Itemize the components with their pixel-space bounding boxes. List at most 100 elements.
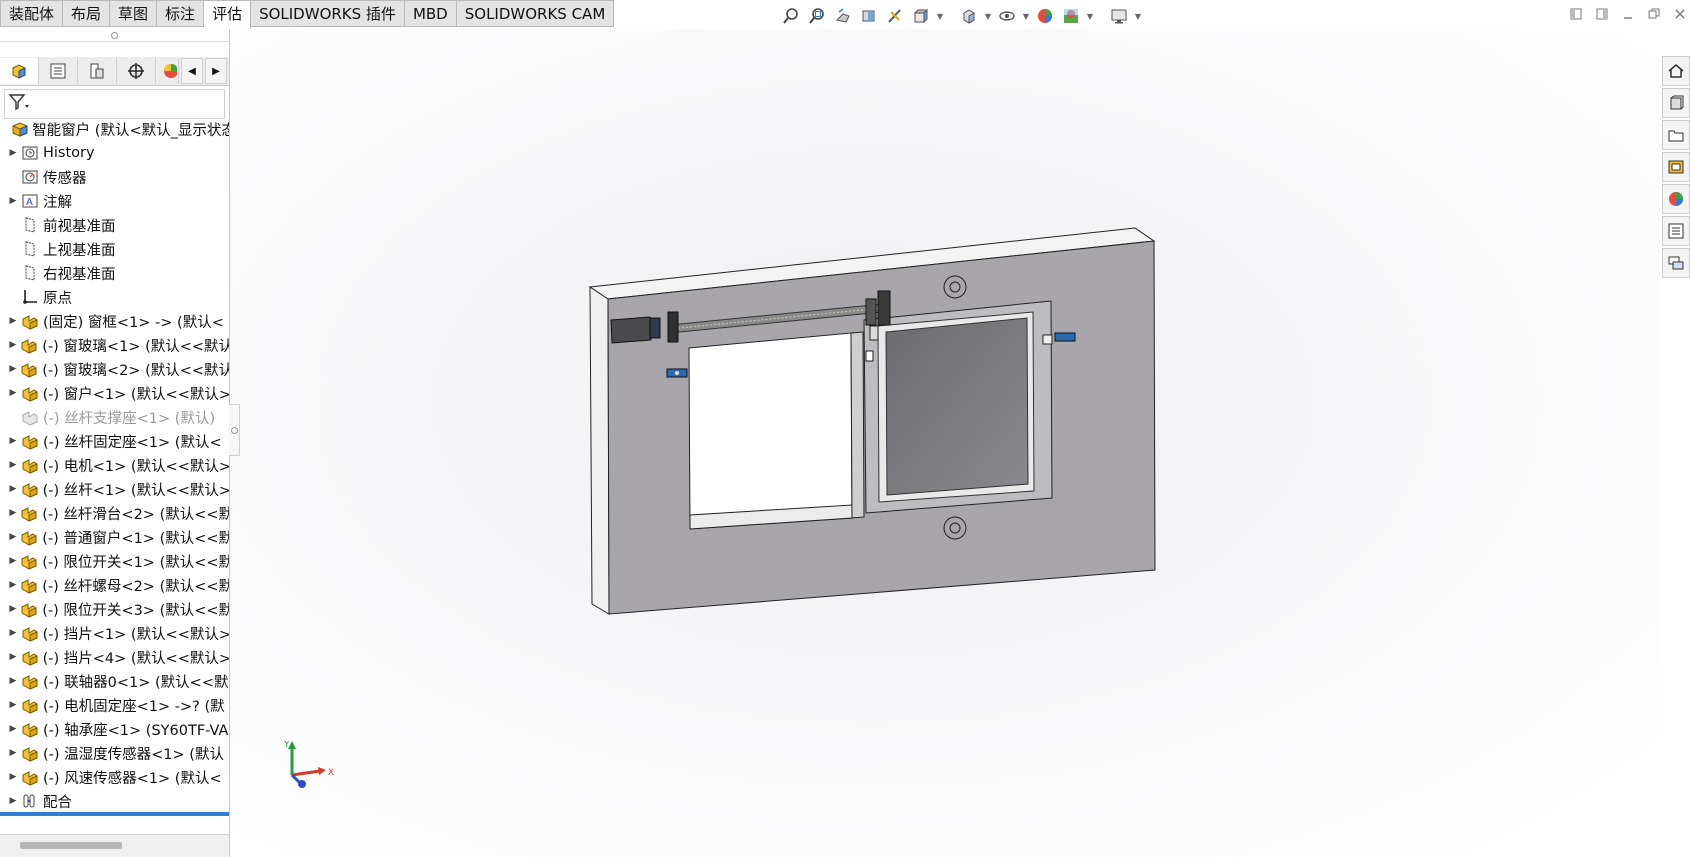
expand-arrow-icon[interactable]: ▶ [6,364,20,374]
custom-properties-icon[interactable] [1662,216,1690,246]
tree-item[interactable]: ▶ (-) 丝杆固定座<1> (默认< [0,429,229,453]
expand-arrow-icon[interactable]: ▶ [6,676,20,686]
tree-item[interactable]: 右视基准面 [0,261,229,285]
tree-item[interactable]: ▶ (-) 轴承座<1> (SY60TF-VA [0,717,229,741]
tree-item[interactable]: ▶ (-) 窗玻璃<1> (默认<<默认 [0,333,229,357]
tabs-scroll-left-icon[interactable]: ◀ [181,58,203,84]
dynamic-annotation-icon[interactable] [884,5,906,27]
view-orientation-dropdown-icon[interactable]: ▼ [936,5,944,27]
horizontal-scrollbar[interactable] [0,834,229,857]
dimxpertmanager-tab-icon[interactable] [117,58,156,84]
tree-root[interactable]: 智能窗户 (默认<默认_显示状态 [0,117,229,141]
tree-item[interactable]: ▶ (-) 限位开关<1> (默认<<默 [0,549,229,573]
expand-arrow-icon[interactable]: ▶ [6,532,20,542]
tree-filter-box[interactable] [4,89,225,119]
solidworks-resources-icon[interactable] [1662,56,1690,86]
expand-arrow-icon[interactable]: ▶ [6,796,20,806]
expand-arrow-icon[interactable]: ▶ [6,436,20,446]
previous-view-icon[interactable] [832,5,854,27]
edit-appearance-icon[interactable] [1034,5,1056,27]
display-style-dropdown-icon[interactable]: ▼ [984,5,992,27]
zoom-to-fit-icon[interactable] [780,5,802,27]
tab-evaluate[interactable]: 评估 [204,0,252,29]
tab-assembly[interactable]: 装配体 [0,0,64,27]
design-library-icon[interactable] [1662,88,1690,118]
hide-show-items-icon[interactable] [996,5,1018,27]
view-settings-icon[interactable] [1108,5,1130,27]
tree-item[interactable]: ▶ (-) 电机固定座<1> ->? (默 [0,693,229,717]
expand-arrow-icon[interactable]: ▶ [6,604,20,614]
minimize-icon[interactable] [1618,4,1638,24]
tree-item[interactable]: ▶ (-) 挡片<4> (默认<<默认> [0,645,229,669]
tree-item[interactable]: ▶ (固定) 窗框<1> -> (默认< [0,309,229,333]
tile-right-icon[interactable] [1592,4,1612,24]
tree-item[interactable]: ▶ (-) 风速传感器<1> (默认< [0,765,229,789]
expand-arrow-icon[interactable]: ▶ [6,316,20,326]
tab-sketch[interactable]: 草图 [110,0,158,27]
display-style-icon[interactable] [958,5,980,27]
propertymanager-tab-icon[interactable] [39,58,78,84]
panel-collapse-grip[interactable] [229,404,240,456]
tree-item[interactable]: 前视基准面 [0,213,229,237]
expand-arrow-icon[interactable]: ▶ [6,340,20,350]
graphics-area[interactable]: Y X [230,29,1660,857]
tree-item[interactable]: ▶ (-) 窗玻璃<2> (默认<<默认 [0,357,229,381]
tile-left-icon[interactable] [1566,4,1586,24]
tree-item[interactable]: (-) 丝杆支撑座<1> (默认) [0,405,229,429]
hide-show-dropdown-icon[interactable]: ▼ [1022,5,1030,27]
zoom-to-area-icon[interactable] [806,5,828,27]
tree-item[interactable]: ▶ (-) 丝杆滑台<2> (默认<<默 [0,501,229,525]
apply-scene-icon[interactable] [1060,5,1082,27]
tree-item[interactable]: ▶ (-) 普通窗户<1> (默认<<默 [0,525,229,549]
tab-layout[interactable]: 布局 [63,0,111,27]
view-palette-icon[interactable] [1662,152,1690,182]
tree-item[interactable]: ▶ A 注解 [0,189,229,213]
tree-rollback-bar[interactable] [0,812,229,816]
expand-arrow-icon[interactable]: ▶ [6,652,20,662]
close-icon[interactable] [1670,4,1690,24]
solidworks-forum-icon[interactable] [1662,248,1690,278]
view-orientation-icon[interactable] [910,5,932,27]
tree-item[interactable]: ▶ (-) 挡片<1> (默认<<默认> [0,621,229,645]
tree-item[interactable]: ▶ (-) 温湿度传感器<1> (默认 [0,741,229,765]
tab-markup[interactable]: 标注 [157,0,205,27]
expand-arrow-icon[interactable]: ▶ [6,580,20,590]
expand-arrow-icon[interactable]: ▶ [6,196,20,206]
featuremanager-tab-icon[interactable] [0,58,39,84]
appearances-scenes-icon[interactable] [1662,184,1690,214]
expand-arrow-icon[interactable]: ▶ [6,556,20,566]
expand-arrow-icon[interactable]: ▶ [6,484,20,494]
panel-splitter[interactable] [0,29,229,42]
tree-item[interactable]: ▶ (-) 联轴器0<1> (默认<<默 [0,669,229,693]
expand-arrow-icon[interactable]: ▶ [6,460,20,470]
file-explorer-icon[interactable] [1662,120,1690,150]
tab-mbd[interactable]: MBD [404,0,457,27]
tree-item[interactable]: ▶ 配合 [0,789,229,813]
tree-item[interactable]: 传感器 [0,165,229,189]
tab-solidworks-addins[interactable]: SOLIDWORKS 插件 [251,0,405,27]
expand-arrow-icon[interactable]: ▶ [6,724,20,734]
filter-icon[interactable] [8,92,30,116]
expand-arrow-icon[interactable]: ▶ [6,508,20,518]
tree-item[interactable]: ▶ (-) 丝杆螺母<2> (默认<<默 [0,573,229,597]
expand-arrow-icon[interactable]: ▶ [6,772,20,782]
expand-arrow-icon[interactable]: ▶ [6,748,20,758]
restore-icon[interactable] [1644,4,1664,24]
apply-scene-dropdown-icon[interactable]: ▼ [1086,5,1094,27]
tree-item[interactable]: 上视基准面 [0,237,229,261]
expand-arrow-icon[interactable]: ▶ [6,388,20,398]
view-settings-dropdown-icon[interactable]: ▼ [1134,5,1142,27]
section-view-icon[interactable] [858,5,880,27]
expand-arrow-icon[interactable]: ▶ [6,628,20,638]
tree-item[interactable]: ▶ (-) 窗户<1> (默认<<默认> [0,381,229,405]
tabs-scroll-right-icon[interactable]: ▶ [205,58,227,84]
tree-item[interactable]: 原点 [0,285,229,309]
assembly-model[interactable] [230,29,1660,857]
displaymanager-tab-icon[interactable] [156,58,179,84]
configurationmanager-tab-icon[interactable] [78,58,117,84]
tree-item[interactable]: ▶ (-) 限位开关<3> (默认<<默 [0,597,229,621]
expand-arrow-icon[interactable]: ▶ [6,700,20,710]
tab-solidworks-cam[interactable]: SOLIDWORKS CAM [456,0,615,27]
scrollbar-thumb[interactable] [20,842,122,849]
tree-item[interactable]: ▶ History [0,141,229,165]
